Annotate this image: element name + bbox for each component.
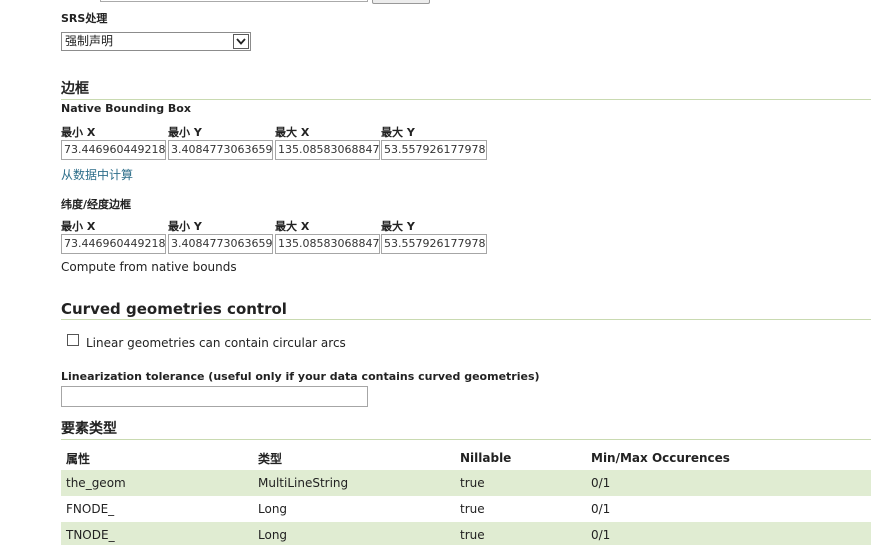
table-header-row: 属性 类型 Nillable Min/Max Occurences — [61, 446, 871, 470]
latlon-miny-label: 最小 Y — [168, 220, 202, 233]
native-maxy-label: 最大 Y — [381, 126, 415, 139]
linearization-tolerance-label: Linearization tolerance (useful only if … — [61, 370, 540, 383]
feature-type-section-title: 要素类型 — [61, 418, 871, 440]
top-button[interactable] — [372, 0, 430, 4]
cell-attribute: TNODE_ — [61, 522, 253, 545]
latlon-maxy-label: 最大 Y — [381, 220, 415, 233]
srs-handling-label: SRS处理 — [61, 12, 108, 25]
cell-type: MultiLineString — [253, 470, 455, 496]
srs-handling-value: 强制声明 — [65, 34, 114, 48]
latlon-minx-input[interactable]: 73.4469604492187 — [61, 234, 166, 254]
compute-from-data-link[interactable]: 从数据中计算 — [61, 166, 133, 183]
top-text-field[interactable] — [100, 0, 368, 2]
latlon-maxx-input[interactable]: 135.085830688476 — [275, 234, 380, 254]
chevron-down-icon[interactable] — [233, 34, 249, 49]
native-maxx-input[interactable]: 135.085830688476 — [275, 140, 380, 160]
cell-nillable: true — [455, 496, 586, 522]
cell-min-max: 0/1 — [586, 470, 871, 496]
cell-attribute: FNODE_ — [61, 496, 253, 522]
native-maxy-input[interactable]: 53.5579261779785 — [381, 140, 487, 160]
native-minx-input[interactable]: 73.4469604492187 — [61, 140, 166, 160]
latlon-maxx-label: 最大 X — [275, 220, 310, 233]
feature-attributes-table: 属性 类型 Nillable Min/Max Occurences the_ge… — [61, 446, 871, 545]
compute-from-native-link[interactable]: Compute from native bounds — [61, 260, 237, 274]
bounds-section-title: 边框 — [61, 78, 871, 100]
column-header-type: 类型 — [258, 451, 283, 466]
latlon-minx-label: 最小 X — [61, 220, 96, 233]
circular-arcs-label: Linear geometries can contain circular a… — [86, 336, 346, 350]
cell-min-max: 0/1 — [586, 522, 871, 545]
linearization-tolerance-input[interactable] — [61, 386, 368, 407]
srs-handling-select[interactable]: 强制声明 — [61, 32, 251, 51]
column-header-attribute: 属性 — [66, 451, 91, 466]
latlon-maxy-input[interactable]: 53.5579261779785 — [381, 234, 487, 254]
cell-type: Long — [253, 496, 455, 522]
native-bbox-title: Native Bounding Box — [61, 102, 191, 115]
cell-nillable: true — [455, 470, 586, 496]
table-row: FNODE_ Long true 0/1 — [61, 496, 871, 522]
layer-edit-page: SRS处理 强制声明 边框 Native Bounding Box 最小 X 最… — [0, 0, 871, 545]
native-minx-label: 最小 X — [61, 126, 96, 139]
native-maxx-label: 最大 X — [275, 126, 310, 139]
column-header-nillable: Nillable — [460, 451, 512, 465]
circular-arcs-checkbox[interactable] — [67, 334, 79, 346]
curved-section-title: Curved geometries control — [61, 300, 871, 320]
cell-attribute: the_geom — [61, 470, 253, 496]
cell-min-max: 0/1 — [586, 496, 871, 522]
table-row: the_geom MultiLineString true 0/1 — [61, 470, 871, 496]
latlon-miny-input[interactable]: 3.40847730636597 — [168, 234, 273, 254]
native-miny-label: 最小 Y — [168, 126, 202, 139]
cell-nillable: true — [455, 522, 586, 545]
latlon-bbox-title: 纬度/经度边框 — [61, 198, 132, 211]
column-header-min-max: Min/Max Occurences — [591, 451, 730, 465]
cell-type: Long — [253, 522, 455, 545]
native-miny-input[interactable]: 3.40847730636597 — [168, 140, 273, 160]
table-row: TNODE_ Long true 0/1 — [61, 522, 871, 545]
